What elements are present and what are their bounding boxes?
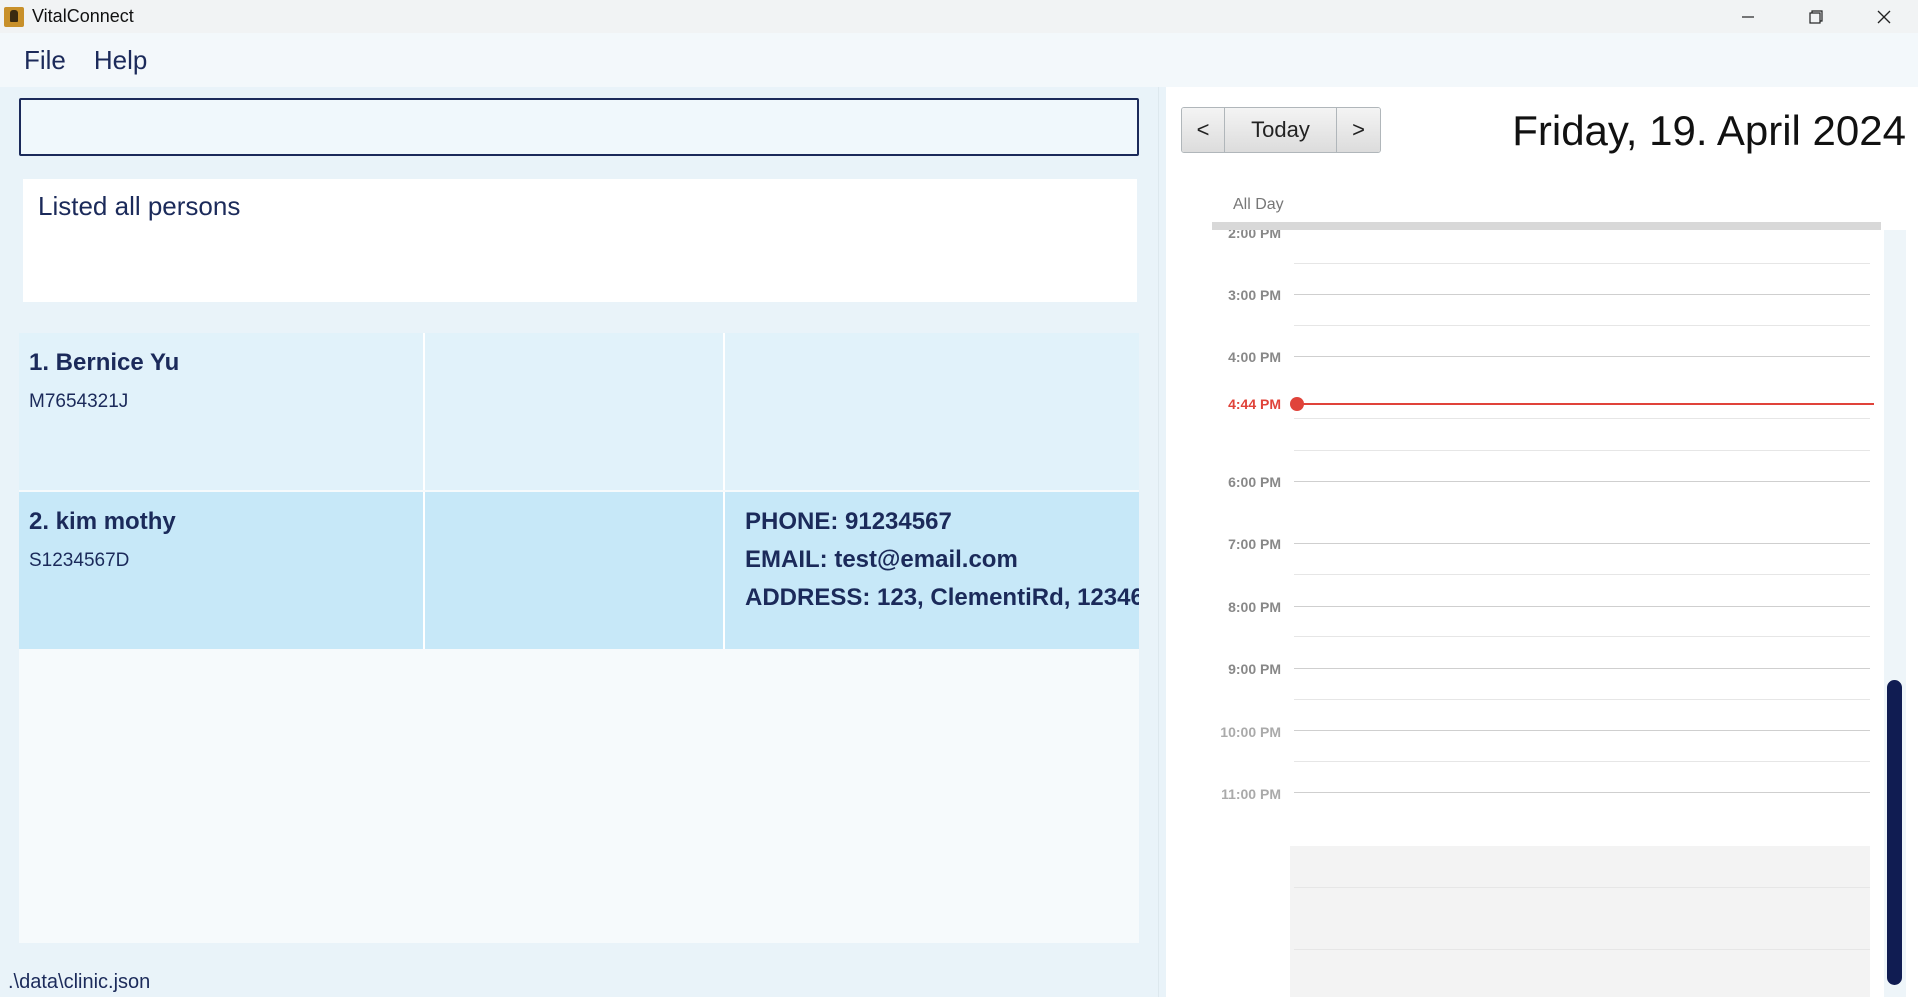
current-time-dot bbox=[1290, 397, 1304, 411]
close-button[interactable] bbox=[1850, 0, 1918, 33]
person-phone: PHONE: 91234567 bbox=[745, 508, 952, 535]
minimize-icon bbox=[1742, 15, 1754, 18]
half-hour-line bbox=[1294, 761, 1870, 762]
minimize-button[interactable] bbox=[1714, 0, 1782, 33]
hour-line bbox=[1294, 481, 1870, 482]
result-message: Listed all persons bbox=[38, 191, 241, 221]
pane-divider[interactable] bbox=[1158, 87, 1166, 997]
hour-label: 4:00 PM bbox=[1228, 349, 1281, 365]
person-name: 2. kim mothy bbox=[29, 508, 176, 535]
half-hour-line bbox=[1294, 450, 1870, 451]
hour-label: 2:00 PM bbox=[1228, 230, 1281, 241]
all-day-label: All Day bbox=[1233, 196, 1284, 213]
today-button[interactable]: Today bbox=[1225, 108, 1337, 152]
status-bar-file-path: .\data\clinic.json bbox=[8, 971, 151, 993]
previous-day-button[interactable]: < bbox=[1182, 108, 1225, 152]
hour-label: 3:00 PM bbox=[1228, 287, 1281, 303]
half-hour-line bbox=[1294, 949, 1870, 950]
half-hour-line bbox=[1294, 636, 1870, 637]
menu-bar: File Help bbox=[0, 33, 1918, 87]
person-address: ADDRESS: 123, ClementiRd, 1234665 bbox=[745, 584, 1139, 611]
person-card[interactable]: 2. kim mothy S1234567D PHONE: 91234567 E… bbox=[19, 492, 1139, 649]
result-display: Listed all persons bbox=[23, 179, 1137, 302]
person-name-cell: 2. kim mothy S1234567D bbox=[19, 492, 425, 649]
command-input[interactable] bbox=[21, 100, 1137, 154]
person-email: EMAIL: test@email.com bbox=[745, 546, 1018, 573]
close-icon bbox=[1877, 10, 1891, 23]
hour-label: 11:00 PM bbox=[1221, 786, 1281, 802]
person-name-cell: 1. Bernice Yu M7654321J bbox=[19, 333, 425, 490]
half-hour-line bbox=[1294, 887, 1870, 888]
command-box bbox=[19, 98, 1139, 156]
calendar-date-title: Friday, 19. April 2024 bbox=[1512, 107, 1906, 154]
menu-file[interactable]: File bbox=[24, 45, 66, 76]
current-time-line bbox=[1296, 403, 1874, 405]
next-day-button[interactable]: > bbox=[1337, 108, 1380, 152]
hour-line bbox=[1294, 730, 1870, 731]
after-hours-region bbox=[1290, 846, 1870, 997]
window-controls bbox=[1714, 0, 1918, 33]
hour-label: 8:00 PM bbox=[1228, 599, 1281, 615]
hour-label: 9:00 PM bbox=[1228, 661, 1281, 677]
person-card[interactable]: 1. Bernice Yu M7654321J bbox=[19, 333, 1139, 490]
calendar-scrollbar[interactable] bbox=[1884, 230, 1906, 997]
hour-line bbox=[1294, 792, 1870, 793]
person-middle-cell bbox=[425, 492, 725, 649]
current-time-label: 4:44 PM bbox=[1228, 396, 1281, 412]
all-day-row[interactable] bbox=[1212, 222, 1881, 230]
main-panel: Listed all persons 1. Bernice Yu M765432… bbox=[0, 87, 1158, 997]
person-list[interactable]: 1. Bernice Yu M7654321J 2. kim mothy S12… bbox=[19, 333, 1139, 943]
app-icon bbox=[4, 6, 24, 27]
person-name: 1. Bernice Yu bbox=[29, 349, 180, 376]
half-hour-line bbox=[1294, 418, 1870, 419]
half-hour-line bbox=[1294, 325, 1870, 326]
hour-label: 10:00 PM bbox=[1220, 724, 1281, 740]
half-hour-line bbox=[1294, 574, 1870, 575]
hour-label: 7:00 PM bbox=[1228, 536, 1281, 552]
restore-icon bbox=[1809, 9, 1823, 24]
hour-line bbox=[1294, 606, 1870, 607]
hour-line bbox=[1294, 356, 1870, 357]
day-timeline[interactable]: 2:00 PM 3:00 PM 4:00 PM 6:00 PM 7:00 PM … bbox=[1166, 230, 1918, 997]
hour-line bbox=[1294, 294, 1870, 295]
window-title: VitalConnect bbox=[32, 6, 134, 26]
calendar-panel: < Today > Friday, 19. April 2024 All Day… bbox=[1166, 87, 1918, 997]
person-info-cell bbox=[725, 333, 1139, 490]
hour-label: 6:00 PM bbox=[1228, 474, 1281, 490]
person-middle-cell bbox=[425, 333, 725, 490]
half-hour-line bbox=[1294, 699, 1870, 700]
hour-line bbox=[1294, 668, 1870, 669]
person-id: M7654321J bbox=[29, 391, 129, 412]
half-hour-line bbox=[1294, 263, 1870, 264]
calendar-scrollbar-thumb[interactable] bbox=[1887, 680, 1902, 985]
restore-button[interactable] bbox=[1782, 0, 1850, 33]
calendar-navigation: < Today > bbox=[1181, 107, 1381, 153]
person-id: S1234567D bbox=[29, 550, 130, 571]
hour-line bbox=[1294, 543, 1870, 544]
menu-help[interactable]: Help bbox=[94, 45, 147, 76]
title-bar: VitalConnect bbox=[0, 0, 1918, 33]
person-info-cell: PHONE: 91234567 EMAIL: test@email.com AD… bbox=[725, 492, 1139, 649]
